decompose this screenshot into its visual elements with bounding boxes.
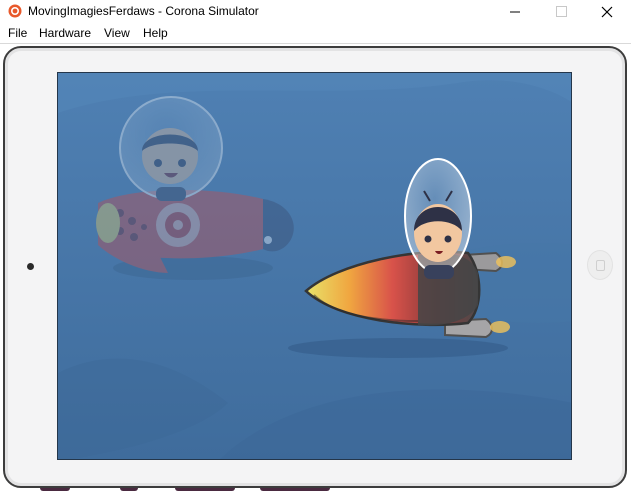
menu-view[interactable]: View xyxy=(104,26,130,40)
window-title: MovingImagiesFerdaws - Corona Simulator xyxy=(28,4,259,18)
close-button[interactable] xyxy=(584,0,630,23)
front-camera xyxy=(27,263,34,270)
title-bar[interactable]: MovingImagiesFerdaws - Corona Simulator xyxy=(0,0,631,23)
menu-file[interactable]: File xyxy=(8,26,27,40)
minimize-button[interactable] xyxy=(492,0,538,23)
menu-help[interactable]: Help xyxy=(143,26,168,40)
home-button[interactable] xyxy=(587,250,613,280)
maximize-icon xyxy=(555,6,567,17)
screen-canvas xyxy=(58,73,571,459)
corona-icon xyxy=(8,4,22,18)
menu-hardware[interactable]: Hardware xyxy=(39,26,91,40)
app-screen[interactable] xyxy=(57,72,572,460)
menu-bar: File Hardware View Help xyxy=(0,23,631,44)
maximize-button[interactable] xyxy=(538,0,584,23)
close-icon xyxy=(601,6,613,17)
minimize-icon xyxy=(509,11,520,13)
